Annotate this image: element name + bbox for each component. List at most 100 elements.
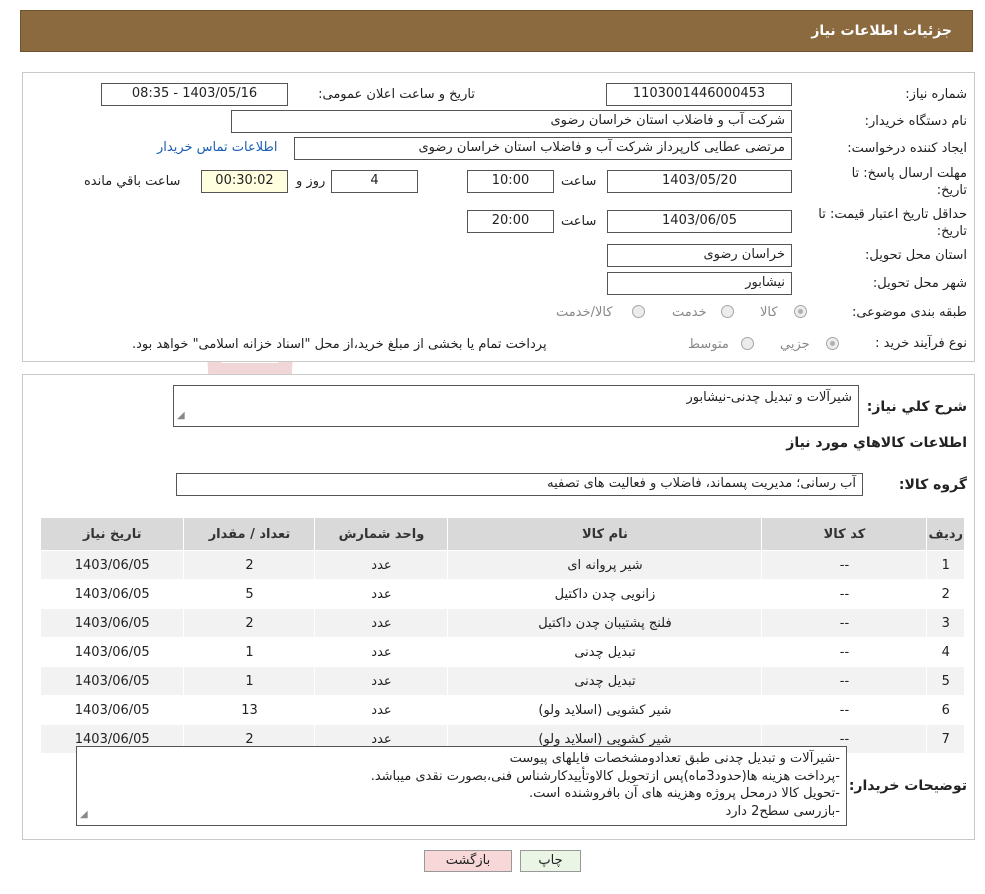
cell-row: 6 [926, 695, 965, 725]
cell-row: 5 [926, 666, 965, 696]
table-header-row: ردیف کد کالا نام کالا واحد شمارش تعداد /… [39, 517, 965, 551]
table-row: 1 -- شیر پروانه ای عدد 2 1403/06/05 [39, 550, 965, 580]
requester-field: مرتضی عطایی کارپرداز شرکت آب و فاضلاب اس… [294, 137, 792, 160]
cell-qty: 13 [183, 695, 316, 725]
col-row: ردیف [926, 517, 965, 551]
cell-date: 1403/06/05 [39, 666, 185, 696]
category-service-radio[interactable] [721, 305, 734, 318]
province-label: استان محل تحویل: [865, 248, 967, 263]
cell-date: 1403/06/05 [39, 579, 185, 609]
cell-code: -- [761, 695, 928, 725]
purchase-minor-label: جزیي [780, 337, 810, 352]
category-both-radio[interactable] [632, 305, 645, 318]
validity-label-1: حداقل تاریخ اعتبار قیمت: تا [818, 207, 967, 222]
col-unit: واحد شمارش [314, 517, 449, 551]
cell-name: فلنج پشتیبان چدن داکتیل [447, 608, 763, 638]
requester-label: ایجاد کننده درخواست: [847, 141, 967, 156]
purchase-medium-label: متوسط [688, 337, 729, 352]
col-name: نام کالا [447, 517, 763, 551]
cell-unit: عدد [314, 637, 449, 667]
cell-name: شیر پروانه ای [447, 550, 763, 580]
province-field: خراسان رضوی [607, 244, 792, 267]
summary-text: شیرآلات و تبدیل چدنی-نیشابور [686, 390, 852, 405]
cell-unit: عدد [314, 579, 449, 609]
cell-date: 1403/06/05 [39, 637, 185, 667]
deadline-label-1: مهلت ارسال پاسخ: تا [851, 166, 967, 181]
buyer-notes-text: -شیرآلات و تبدیل چدنی طبق تعدادومشخصات ف… [370, 751, 840, 819]
deadline-time-field: 10:00 [467, 170, 554, 193]
category-goods-label: کالا [760, 305, 778, 320]
cell-row: 7 [926, 724, 965, 754]
table-row: 4 -- تبدیل چدنی عدد 1 1403/06/05 [39, 637, 965, 667]
col-date: تاریخ نیاز [39, 517, 185, 551]
deadline-label-2: تاریخ: [936, 183, 967, 198]
cell-name: شیر کشویی (اسلاید ولو) [447, 695, 763, 725]
buyer-org-field: شرکت آب و فاضلاب استان خراسان رضوی [231, 110, 792, 133]
page-header: جزئیات اطلاعات نیاز [20, 10, 973, 52]
col-code: کد کالا [761, 517, 928, 551]
cell-code: -- [761, 666, 928, 696]
validity-label-2: تاریخ: [936, 224, 967, 239]
announce-field: 1403/05/16 - 08:35 [101, 83, 288, 106]
cell-row: 2 [926, 579, 965, 609]
days-label: روز و [296, 174, 326, 189]
table-row: 6 -- شیر کشویی (اسلاید ولو) عدد 13 1403/06/05 [39, 695, 965, 725]
goods-section-title: اطلاعات کالاهاي مورد نیاز [786, 435, 967, 451]
cell-qty: 2 [183, 550, 316, 580]
back-button[interactable]: بازگشت [424, 850, 512, 872]
summary-label: شرح کلي نیاز: [866, 399, 967, 415]
page-title: جزئیات اطلاعات نیاز [811, 23, 952, 39]
table-row: 2 -- زانویی چدن داکتیل عدد 5 1403/06/05 [39, 579, 965, 609]
cell-unit: عدد [314, 550, 449, 580]
category-both-label: کالا/خدمت [556, 305, 613, 320]
need-number-label: شماره نیاز: [905, 87, 967, 102]
buyer-notes-field: -شیرآلات و تبدیل چدنی طبق تعدادومشخصات ف… [76, 746, 847, 826]
cell-unit: عدد [314, 695, 449, 725]
goods-table: ردیف کد کالا نام کالا واحد شمارش تعداد /… [39, 517, 965, 754]
need-number-field: 1103001446000453 [606, 83, 792, 106]
cell-row: 4 [926, 637, 965, 667]
cell-qty: 1 [183, 666, 316, 696]
validity-date-field: 1403/06/05 [607, 210, 792, 233]
print-button[interactable]: چاپ [520, 850, 581, 872]
purchase-medium-radio[interactable] [741, 337, 754, 350]
city-label: شهر محل تحویل: [872, 276, 967, 291]
cell-unit: عدد [314, 608, 449, 638]
remaining-time-field: 00:30:02 [201, 170, 288, 193]
col-qty: تعداد / مقدار [183, 517, 316, 551]
deadline-time-label: ساعت [561, 174, 597, 189]
days-field: 4 [331, 170, 418, 193]
buyer-org-label: نام دستگاه خریدار: [864, 114, 967, 129]
purchase-type-label: نوع فرآیند خرید : [875, 336, 967, 351]
resize-grip-icon[interactable]: ◢ [80, 806, 88, 824]
cell-code: -- [761, 637, 928, 667]
category-service-label: خدمت [672, 305, 707, 320]
summary-field: شیرآلات و تبدیل چدنی-نیشابور ◢ [173, 385, 859, 427]
cell-name: تبدیل چدنی [447, 666, 763, 696]
validity-time-field: 20:00 [467, 210, 554, 233]
cell-row: 1 [926, 550, 965, 580]
category-goods-radio[interactable] [794, 305, 807, 318]
table-row: 5 -- تبدیل چدنی عدد 1 1403/06/05 [39, 666, 965, 696]
resize-grip-icon[interactable]: ◢ [177, 407, 185, 424]
announce-label: تاریخ و ساعت اعلان عمومی: [318, 87, 475, 102]
buyer-notes-label: توضیحات خریدار: [848, 778, 967, 794]
purchase-minor-radio[interactable] [826, 337, 839, 350]
cell-row: 3 [926, 608, 965, 638]
cell-date: 1403/06/05 [39, 695, 185, 725]
cell-name: تبدیل چدنی [447, 637, 763, 667]
buyer-contact-link[interactable]: اطلاعات تماس خریدار [157, 140, 277, 155]
cell-date: 1403/06/05 [39, 550, 185, 580]
table-row: 3 -- فلنج پشتیبان چدن داکتیل عدد 2 1403/06/05 [39, 608, 965, 638]
cell-date: 1403/06/05 [39, 608, 185, 638]
remaining-label: ساعت باقي مانده [84, 174, 181, 189]
city-field: نیشابور [607, 272, 792, 295]
category-label: طبقه بندی موضوعی: [851, 305, 967, 320]
cell-name: زانویی چدن داکتیل [447, 579, 763, 609]
cell-qty: 1 [183, 637, 316, 667]
goods-group-field: آب رسانی؛ مدیریت پسماند، فاضلاب و فعالیت… [176, 473, 863, 496]
goods-group-label: گروه کالا: [898, 477, 967, 493]
deadline-date-field: 1403/05/20 [607, 170, 792, 193]
validity-time-label: ساعت [561, 214, 597, 229]
cell-code: -- [761, 550, 928, 580]
